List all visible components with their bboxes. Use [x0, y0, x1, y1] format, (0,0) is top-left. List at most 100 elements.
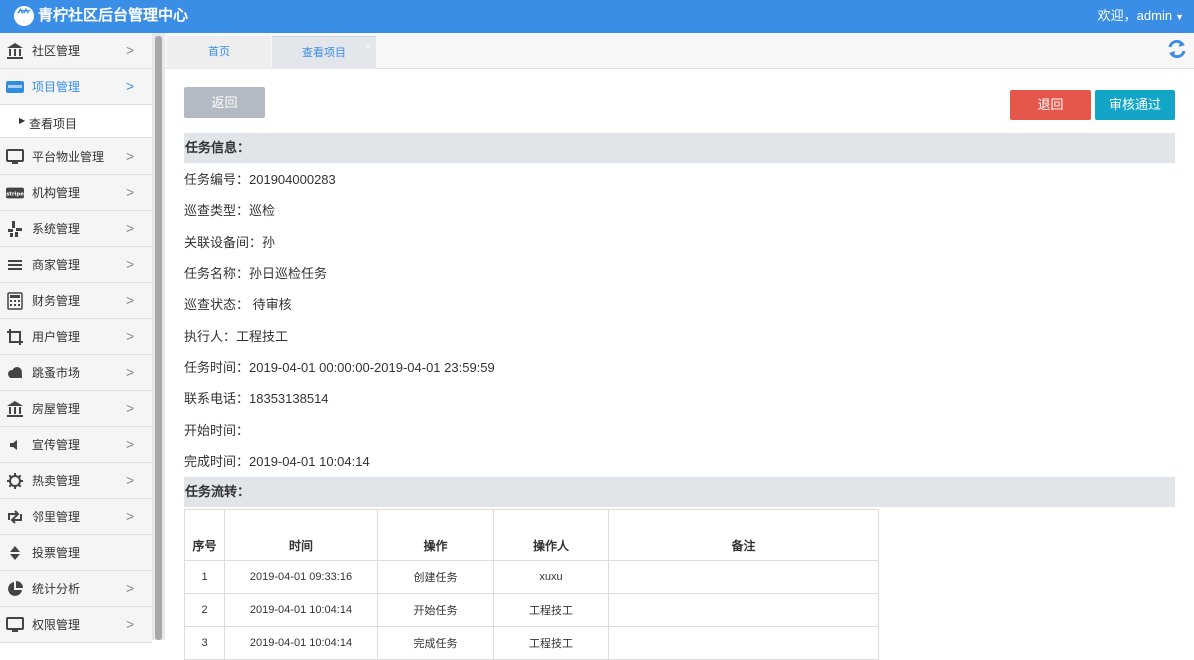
sort-icon	[10, 546, 20, 560]
cell-remark	[608, 626, 879, 660]
retweet-icon	[8, 510, 22, 524]
svg-text:stripe: stripe	[6, 192, 24, 198]
welcome-text: 欢迎，admin	[1097, 8, 1173, 23]
chevron-right-icon: >	[126, 42, 135, 58]
sidebar-item-organization[interactable]: stripe 机构管理 >	[0, 175, 152, 211]
field-start-time: 开始时间：	[184, 423, 250, 438]
tab-home[interactable]: 首页	[167, 36, 271, 69]
cell-index: 1	[184, 560, 225, 594]
sidebar-item-label: 平台物业管理	[32, 150, 105, 164]
chevron-right-icon: >	[126, 508, 135, 524]
cell-action: 开始任务	[377, 593, 494, 627]
user-menu[interactable]: 欢迎，admin ▼	[1098, 8, 1184, 25]
chevron-right-icon: >	[126, 400, 135, 416]
sidebar-item-permission[interactable]: 权限管理 >	[0, 607, 152, 643]
sidebar-item-label: 房屋管理	[32, 402, 81, 416]
approve-button[interactable]: 审核通过	[1095, 90, 1175, 120]
task-info-heading: 任务信息：	[184, 133, 1175, 163]
sidebar-item-label: 邻里管理	[32, 510, 81, 524]
cell-index: 2	[184, 593, 225, 627]
field-task-time: 任务时间：2019-04-01 00:00:00-2019-04-01 23:5…	[184, 360, 495, 375]
monitor-icon	[6, 149, 24, 164]
sidebar-item-house[interactable]: 房屋管理 >	[0, 391, 152, 427]
calculator-icon	[7, 292, 23, 310]
sidebar-scrollbar-thumb[interactable]	[155, 36, 162, 640]
cloud-icon	[8, 367, 22, 378]
sidebar-item-system[interactable]: 系统管理 >	[0, 211, 152, 247]
sidebar-item-label: 项目管理	[32, 80, 81, 94]
volume-icon	[10, 440, 17, 450]
sidebar-item-label: 统计分析	[32, 582, 81, 596]
cell-operator: xuxu	[493, 560, 609, 594]
sidebar-item-label: 用户管理	[32, 330, 81, 344]
sidebar-item-label: 投票管理	[32, 546, 81, 560]
logo-icon: ⺮	[14, 6, 34, 26]
tab-label: 首页	[208, 46, 230, 58]
back-button[interactable]: 返回	[184, 87, 265, 118]
refresh-icon[interactable]	[1166, 38, 1188, 60]
cell-remark	[608, 593, 879, 627]
bars-icon	[8, 260, 22, 270]
tab-bar: 首页 查看项目 ×	[165, 33, 1194, 69]
tab-view-project[interactable]: 查看项目 ×	[272, 36, 376, 69]
stripe-icon: stripe	[6, 187, 24, 199]
sidebar-item-label: 权限管理	[32, 618, 81, 632]
sidebar-item-publicity[interactable]: 宣传管理 >	[0, 427, 152, 463]
cell-action: 创建任务	[377, 560, 494, 594]
sidebar-item-flea-market[interactable]: 跳蚤市场 >	[0, 355, 152, 391]
sidebar-subitem-view-project[interactable]: ▶ 查看项目	[0, 105, 152, 138]
chevron-right-icon: >	[126, 364, 135, 380]
cell-operator: 工程技工	[493, 626, 609, 660]
sidebar-item-merchant[interactable]: 商家管理 >	[0, 247, 152, 283]
field-executor: 执行人：工程技工	[184, 329, 289, 344]
sidebar-item-hot-sale[interactable]: 热卖管理 >	[0, 463, 152, 499]
sidebar: 社区管理 > 项目管理 > ▶ 查看项目 平台物业管理 > stripe 机构管…	[0, 33, 152, 643]
sidebar-item-label: 宣传管理	[32, 438, 81, 452]
task-flow-table: 序号 时间 操作 操作人 备注 1 2019-04-01 09:33:16 创建…	[184, 509, 879, 660]
sidebar-item-label: 跳蚤市场	[32, 366, 81, 380]
sidebar-item-property[interactable]: 平台物业管理 >	[0, 139, 152, 175]
sidebar-item-user[interactable]: 用户管理 >	[0, 319, 152, 355]
gear-icon	[7, 473, 23, 489]
close-icon[interactable]: ×	[365, 30, 371, 63]
sidebar-subitem-label: 查看项目	[29, 117, 78, 131]
sidebar-item-community[interactable]: 社区管理 >	[0, 33, 152, 69]
sidebar-item-statistics[interactable]: 统计分析 >	[0, 571, 152, 607]
sidebar-item-label: 系统管理	[32, 222, 81, 236]
chevron-right-icon: >	[126, 292, 135, 308]
cell-time: 2019-04-01 10:04:14	[224, 626, 378, 660]
monitor-icon	[6, 617, 24, 632]
chevron-right-icon: >	[126, 616, 135, 632]
cell-remark	[608, 560, 879, 594]
top-bar: ⺮ 青柠社区后台管理中心 欢迎，admin ▼	[0, 0, 1194, 33]
sidebar-item-label: 热卖管理	[32, 474, 81, 488]
crop-icon	[7, 329, 23, 345]
column-header-index: 序号	[184, 509, 225, 561]
cell-time: 2019-04-01 10:04:14	[224, 593, 378, 627]
field-patrol-type: 巡查类型：巡检	[184, 203, 276, 218]
column-header-operator: 操作人	[493, 509, 609, 561]
task-flow-heading: 任务流转：	[184, 477, 1175, 507]
table-row: 1 2019-04-01 09:33:16 创建任务 xuxu	[184, 560, 879, 594]
main-content: 返回 退回 审核通过 任务信息： 任务编号：201904000283 巡查类型：…	[166, 70, 1194, 660]
bank-icon	[7, 43, 23, 59]
table-row: 2 2019-04-01 10:04:14 开始任务 工程技工	[184, 593, 879, 627]
chevron-right-icon: >	[126, 328, 135, 344]
field-patrol-status: 巡查状态： 待审核	[184, 297, 292, 312]
sidebar-item-project[interactable]: 项目管理 >	[0, 69, 152, 105]
cell-index: 3	[184, 626, 225, 660]
card-icon	[6, 81, 24, 93]
table-row: 3 2019-04-01 10:04:14 完成任务 工程技工	[184, 626, 879, 660]
table-header-row: 序号 时间 操作 操作人 备注	[184, 509, 879, 561]
sidebar-item-neighbor[interactable]: 邻里管理 >	[0, 499, 152, 535]
sidebar-item-finance[interactable]: 财务管理 >	[0, 283, 152, 319]
cell-time: 2019-04-01 09:33:16	[224, 560, 378, 594]
chevron-right-icon: >	[126, 472, 135, 488]
sidebar-item-vote[interactable]: 投票管理	[0, 535, 152, 571]
cell-action: 完成任务	[377, 626, 494, 660]
chevron-right-icon: >	[126, 78, 135, 94]
caret-right-icon: ▶	[19, 116, 26, 125]
chevron-right-icon: >	[126, 436, 135, 452]
reject-button[interactable]: 退回	[1010, 90, 1091, 120]
sidebar-item-label: 机构管理	[32, 186, 81, 200]
